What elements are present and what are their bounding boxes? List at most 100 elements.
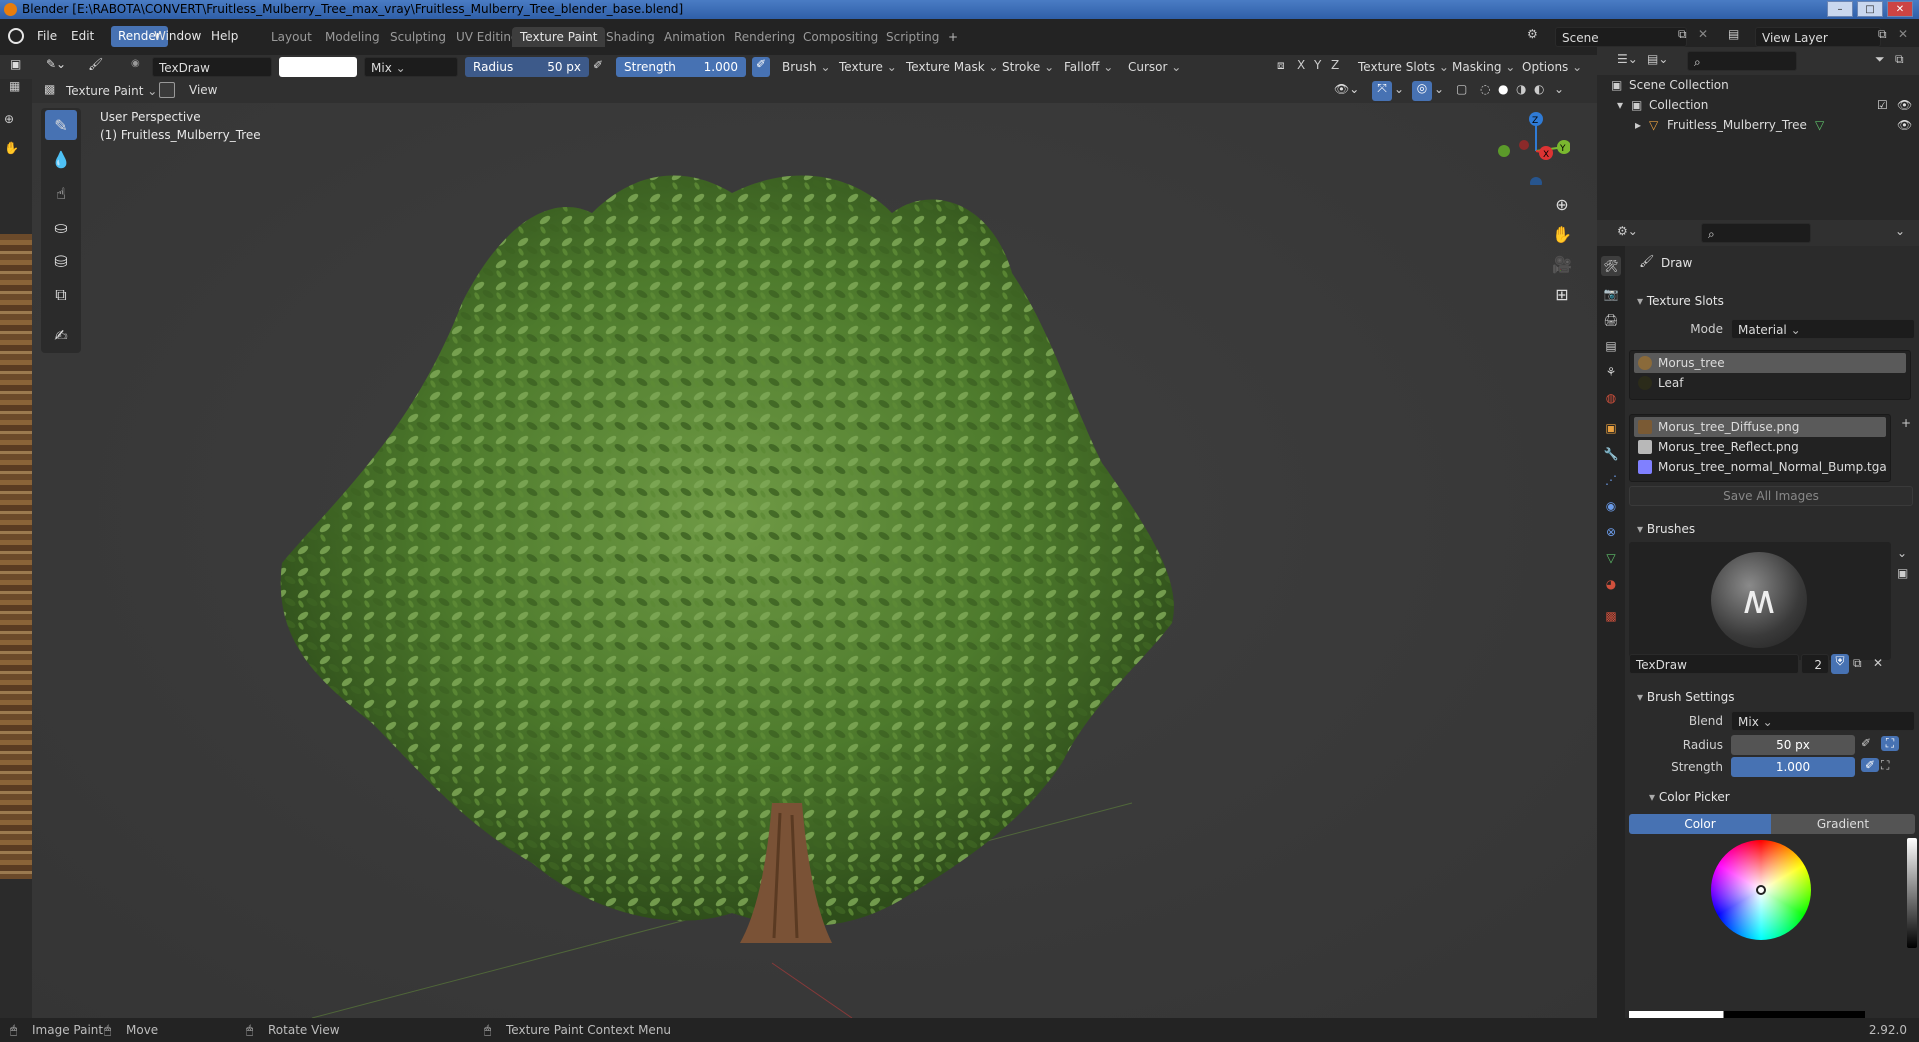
outliner-row-scene-collection[interactable]: ▣ Scene Collection [1597,75,1919,95]
zoom-icon[interactable]: ⊕ [4,112,14,126]
blend-dropdown[interactable]: Mix [1731,711,1915,731]
material-slot-morus-tree[interactable]: Morus_tree [1634,353,1906,373]
annotate-tool-icon[interactable]: ✍ [45,320,77,350]
brush-custom-icon-toggle[interactable]: ▣ [1897,566,1908,580]
fill-tool-icon[interactable]: ⛁ [45,246,77,276]
paint-mask-toggle[interactable] [159,82,175,98]
add-workspace-button[interactable]: + [940,27,966,47]
scene-tab-icon[interactable]: ⚘ [1601,362,1621,382]
tool-select-icon[interactable]: ✎⌄ [46,57,66,71]
tab-scripting[interactable]: Scripting [878,27,947,47]
zoom-view-icon[interactable]: ⊕ [1548,190,1576,218]
material-slot-leaf[interactable]: Leaf [1634,373,1906,393]
brush-settings-panel-header[interactable]: Brush Settings [1625,686,1919,708]
new-scene-icon[interactable]: ⧉ [1678,27,1687,42]
falloff-menu[interactable]: Falloff [1058,57,1119,77]
ortho-toggle-icon[interactable]: ⊞ [1548,280,1576,308]
gizmo-dropdown-icon[interactable]: ⌄ [1394,82,1404,96]
tab-texture-paint[interactable]: Texture Paint [512,27,606,47]
gizmo-toggle-icon[interactable]: ⤧ [1372,81,1392,101]
brush-preview-area[interactable]: ʍ [1629,542,1891,660]
shading-solid-icon[interactable]: ● [1498,82,1508,96]
tool-tab-icon[interactable]: 🛠 [1601,256,1621,276]
overlay-dropdown-icon[interactable]: ⌄ [1434,82,1444,96]
pan-view-icon[interactable]: ✋ [1548,220,1576,248]
tab-rendering[interactable]: Rendering [726,27,803,47]
outliner-row-tree-object[interactable]: ▸ ▽ Fruitless_Mulberry_Tree ▽ 👁 [1597,115,1919,135]
brushes-panel-header[interactable]: Brushes [1625,518,1919,540]
value-slider[interactable] [1907,838,1917,948]
visibility-icon[interactable]: 👁⌄ [1334,82,1359,96]
color-wheel-cursor[interactable] [1756,885,1766,895]
brush-name-field[interactable]: TexDraw [152,57,272,77]
soften-tool-icon[interactable]: 💧 [45,144,77,174]
image-slot-reflect[interactable]: Morus_tree_Reflect.png [1634,437,1886,457]
world-tab-icon[interactable]: ◍ [1601,388,1621,408]
shading-rendered-icon[interactable]: ◐ [1534,82,1544,96]
options-menu[interactable]: Options [1516,57,1588,77]
texture-slots-panel-header[interactable]: Texture Slots [1625,290,1919,312]
color-tab[interactable]: Color [1629,814,1771,834]
color-swatch-bar[interactable] [1629,1011,1865,1018]
radius-field[interactable]: 50 px [1731,735,1855,755]
new-view-layer-icon[interactable]: ⧉ [1878,27,1887,42]
shading-material-icon[interactable]: ◑ [1516,82,1526,96]
tab-sculpting[interactable]: Sculpting [382,27,454,47]
stroke-menu[interactable]: Stroke [996,57,1060,77]
close-button[interactable]: ✕ [1887,1,1913,17]
object-tab-icon[interactable]: ▣ [1601,418,1621,438]
mesh-data-icon[interactable]: ▽ [1815,115,1824,135]
modifier-tab-icon[interactable]: 🔧 [1601,444,1621,464]
pan-icon[interactable]: ✋ [4,141,19,155]
scene-selector[interactable]: Scene [1555,27,1687,47]
outliner-search-input[interactable]: ⌕ [1687,51,1797,71]
view-layer-tab-icon[interactable]: ▤ [1601,336,1621,356]
brush-menu[interactable]: Brush [776,57,837,77]
tab-modeling[interactable]: Modeling [317,27,388,47]
image-editor-icon[interactable]: ▦ [9,79,20,93]
tab-shading[interactable]: Shading [598,27,663,47]
view-menu[interactable]: View [189,83,217,97]
data-tab-icon[interactable]: ▽ [1601,548,1621,568]
image-slot-diffuse[interactable]: Morus_tree_Diffuse.png [1634,417,1886,437]
tab-compositing[interactable]: Compositing [795,27,886,47]
display-mode-icon[interactable]: ▤⌄ [1647,52,1668,66]
radius-unit-toggle[interactable]: ⛶ [1881,736,1899,751]
tab-animation[interactable]: Animation [656,27,733,47]
scene-icon[interactable]: ⚙ [1527,27,1538,41]
3d-viewport[interactable] [32,103,1597,1018]
view-layer-icon[interactable]: ▤ [1728,27,1739,41]
constraints-tab-icon[interactable]: ⊗ [1601,522,1621,542]
filter-icon[interactable]: ⏷ [1875,52,1885,67]
menu-help[interactable]: Help [204,26,245,47]
draw-tool-icon[interactable]: ✎ [45,110,77,140]
radius-pressure-icon[interactable]: ✐ [1861,736,1871,750]
overlay-toggle-icon[interactable]: ◎ [1412,81,1432,101]
brush-browse-icon[interactable]: ⌄ [1897,546,1907,560]
menu-file[interactable]: File [30,26,64,47]
camera-view-icon[interactable]: 🎥 [1548,250,1576,278]
smear-tool-icon[interactable]: ☝ [45,178,77,208]
brush-name-field[interactable]: TexDraw [1629,654,1799,674]
properties-search-input[interactable]: ⌕ [1701,223,1811,243]
mirror-z-toggle[interactable]: Z [1331,58,1339,72]
color-wheel[interactable] [1711,840,1811,940]
strength-pressure-icon[interactable]: ✐ [752,57,770,77]
texture-mask-menu[interactable]: Texture Mask [900,57,1005,77]
tab-layout[interactable]: Layout [263,27,320,47]
collection-checkbox-icon[interactable]: ☑ [1877,95,1888,115]
color-picker-panel-header[interactable]: Color Picker [1625,786,1919,808]
masking-menu[interactable]: Masking [1446,57,1521,77]
texture-tab-icon[interactable]: ▩ [1601,606,1621,626]
expand-arrow-icon[interactable]: ▾ [1617,95,1623,115]
navigation-gizmo[interactable]: Z Y X [1490,105,1571,189]
shading-options-icon[interactable]: ⌄ [1554,82,1564,96]
mode-dropdown[interactable]: Texture Paint [60,81,163,101]
add-slot-icon[interactable]: + [1901,416,1911,430]
outliner-row-collection[interactable]: ▾ ▣ Collection ☑ 👁 [1597,95,1919,115]
radius-pressure-icon[interactable]: ✐ [593,58,603,72]
clone-tool-icon[interactable]: ⛀ [45,212,77,242]
menu-window[interactable]: Window [147,26,208,47]
blender-menu-icon[interactable] [8,28,24,44]
material-tab-icon[interactable]: ◕ [1601,574,1621,594]
